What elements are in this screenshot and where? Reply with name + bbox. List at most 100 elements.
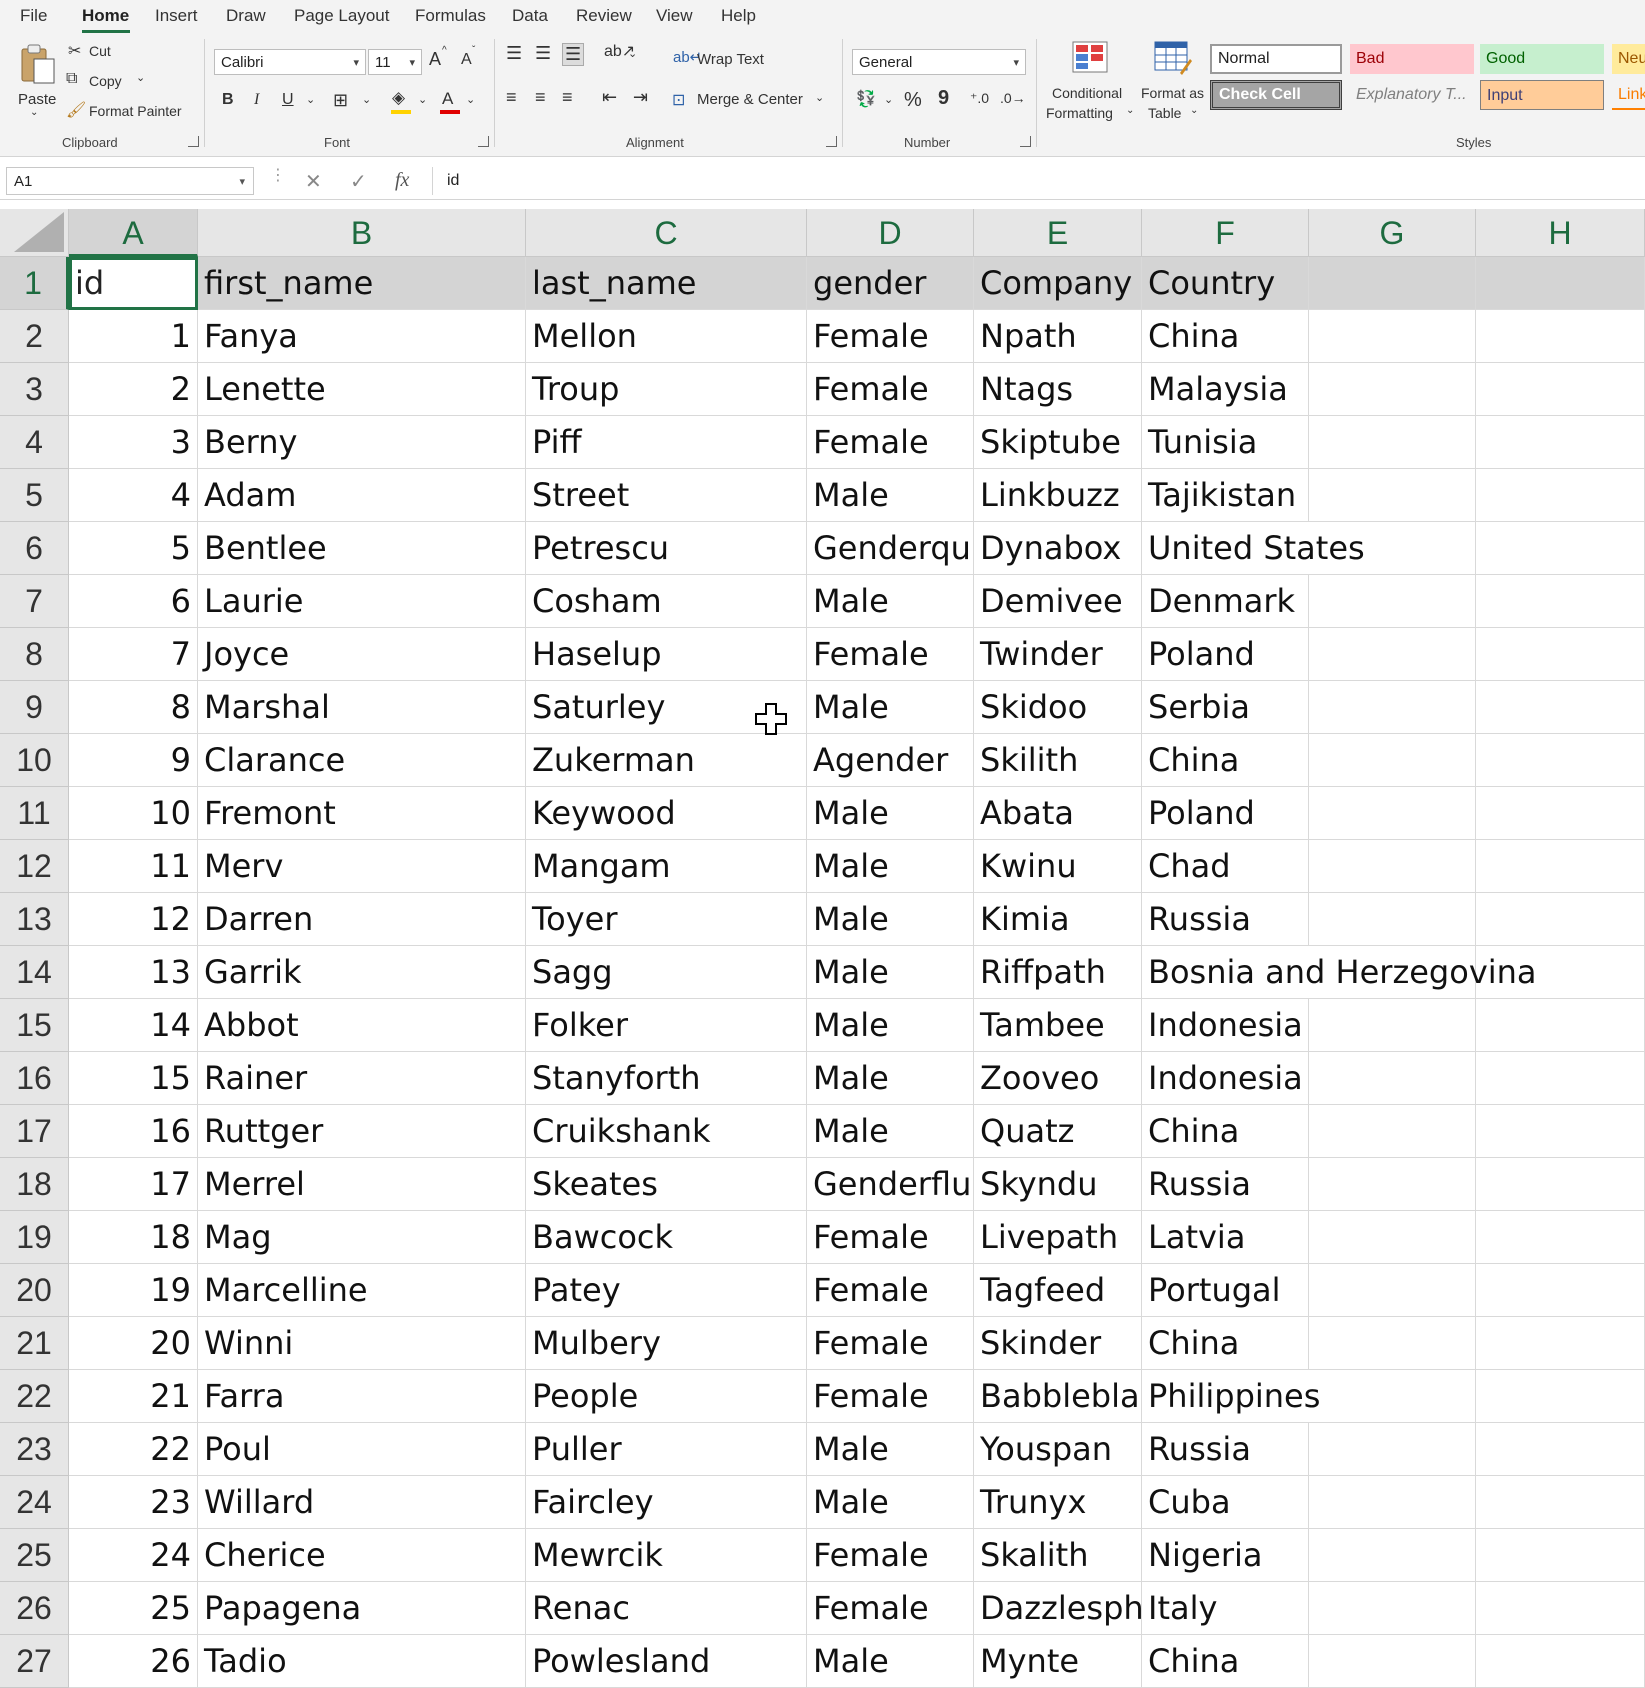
first-cell[interactable]: Cherice (198, 1529, 526, 1582)
company-cell[interactable]: Skilith (974, 734, 1142, 787)
tab-page-layout[interactable]: Page Layout (294, 6, 389, 26)
company-cell[interactable]: Twinder (974, 628, 1142, 681)
gender-cell[interactable]: Male (807, 469, 974, 522)
empty-cell[interactable] (1309, 575, 1476, 628)
style-good[interactable]: Good (1480, 44, 1604, 74)
empty-cell[interactable] (1309, 1635, 1476, 1688)
empty-cell[interactable] (1476, 1370, 1645, 1423)
font-name-select[interactable]: Calibri ▾ (214, 49, 366, 75)
row-header[interactable]: 20 (0, 1264, 69, 1317)
id-cell[interactable]: 7 (69, 628, 198, 681)
first-cell[interactable]: Willard (198, 1476, 526, 1529)
row-header[interactable]: 26 (0, 1582, 69, 1635)
first-cell[interactable]: Winni (198, 1317, 526, 1370)
gender-cell[interactable]: Female (807, 1317, 974, 1370)
gender-cell[interactable]: Female (807, 416, 974, 469)
empty-cell[interactable] (1476, 1317, 1645, 1370)
font-color-button[interactable]: A (442, 89, 453, 109)
company-cell[interactable]: Livepath (974, 1211, 1142, 1264)
first-cell[interactable]: Fanya (198, 310, 526, 363)
country-cell[interactable]: Chad (1142, 840, 1309, 893)
empty-cell[interactable] (1309, 681, 1476, 734)
id-cell[interactable]: 26 (69, 1635, 198, 1688)
chevron-down-icon[interactable]: ⌄ (136, 71, 145, 84)
empty-cell[interactable] (1476, 469, 1645, 522)
empty-cell[interactable] (1309, 1476, 1476, 1529)
gender-cell[interactable]: Female (807, 1211, 974, 1264)
paste-button[interactable]: Paste ⌄ (14, 41, 60, 121)
chevron-down-icon[interactable]: ⌄ (466, 93, 475, 106)
merge-center-button[interactable]: Merge & Center (697, 91, 803, 108)
country-cell[interactable]: China (1142, 1317, 1309, 1370)
company-cell[interactable]: Zooveo (974, 1052, 1142, 1105)
first-cell[interactable]: Farra (198, 1370, 526, 1423)
row-header[interactable]: 12 (0, 840, 69, 893)
id-cell[interactable]: 3 (69, 416, 198, 469)
last-cell[interactable]: Cosham (526, 575, 807, 628)
italic-button[interactable]: I (254, 91, 259, 109)
row-header[interactable]: 27 (0, 1635, 69, 1688)
last-cell[interactable]: Mewrcik (526, 1529, 807, 1582)
country-cell[interactable]: Poland (1142, 787, 1309, 840)
row-header[interactable]: 5 (0, 469, 69, 522)
header-cell[interactable]: Company (974, 257, 1142, 310)
first-cell[interactable]: Marcelline (198, 1264, 526, 1317)
country-cell[interactable]: China (1142, 310, 1309, 363)
empty-cell[interactable] (1476, 734, 1645, 787)
empty-cell[interactable] (1476, 1423, 1645, 1476)
country-cell[interactable]: China (1142, 734, 1309, 787)
first-cell[interactable]: Merrel (198, 1158, 526, 1211)
empty-cell[interactable] (1309, 1158, 1476, 1211)
empty-cell[interactable] (1476, 575, 1645, 628)
tab-draw[interactable]: Draw (226, 6, 266, 26)
currency-icon[interactable]: 💱 (856, 89, 876, 109)
style-bad[interactable]: Bad (1350, 44, 1474, 74)
id-cell[interactable]: 14 (69, 999, 198, 1052)
row-header[interactable]: 10 (0, 734, 69, 787)
tab-review[interactable]: Review (576, 6, 632, 26)
first-cell[interactable]: Garrik (198, 946, 526, 999)
empty-cell[interactable] (1309, 787, 1476, 840)
empty-cell[interactable] (1309, 1052, 1476, 1105)
country-cell[interactable]: Russia (1142, 1158, 1309, 1211)
style-neutral[interactable]: Neu (1612, 44, 1645, 74)
company-cell[interactable]: Quatz (974, 1105, 1142, 1158)
company-cell[interactable]: Demivee (974, 575, 1142, 628)
country-cell[interactable]: Latvia (1142, 1211, 1309, 1264)
last-cell[interactable]: Folker (526, 999, 807, 1052)
country-cell[interactable]: China (1142, 1635, 1309, 1688)
country-cell[interactable]: Bosnia and Herzegovina (1142, 946, 1543, 999)
shrink-font-button[interactable]: A (461, 51, 472, 69)
country-cell[interactable]: Tajikistan (1142, 469, 1309, 522)
percent-button[interactable]: % (904, 89, 922, 112)
header-cell[interactable]: id (69, 257, 198, 310)
gender-cell[interactable]: Male (807, 893, 974, 946)
last-cell[interactable]: Mulbery (526, 1317, 807, 1370)
row-header[interactable]: 11 (0, 787, 69, 840)
align-bottom-icon[interactable]: ☰ (562, 43, 585, 66)
company-cell[interactable]: Tambee (974, 999, 1142, 1052)
first-cell[interactable]: Abbot (198, 999, 526, 1052)
select-all-button[interactable] (0, 209, 69, 257)
country-cell[interactable]: Denmark (1142, 575, 1309, 628)
gender-cell[interactable]: Female (807, 310, 974, 363)
id-cell[interactable]: 5 (69, 522, 198, 575)
id-cell[interactable]: 19 (69, 1264, 198, 1317)
id-cell[interactable]: 8 (69, 681, 198, 734)
company-cell[interactable]: Skiptube (974, 416, 1142, 469)
country-cell[interactable]: Philippines (1142, 1370, 1327, 1423)
last-cell[interactable]: Toyer (526, 893, 807, 946)
font-size-select[interactable]: 11 ▾ (368, 49, 422, 75)
row-header[interactable]: 19 (0, 1211, 69, 1264)
gender-cell[interactable]: Male (807, 575, 974, 628)
id-cell[interactable]: 15 (69, 1052, 198, 1105)
country-cell[interactable]: Serbia (1142, 681, 1309, 734)
id-cell[interactable]: 20 (69, 1317, 198, 1370)
empty-cell[interactable] (1476, 1105, 1645, 1158)
column-header-a[interactable]: A (69, 209, 198, 257)
gender-cell[interactable]: Genderflui (807, 1158, 974, 1211)
column-header-f[interactable]: F (1142, 209, 1309, 257)
empty-cell[interactable] (1476, 1264, 1645, 1317)
chevron-down-icon[interactable]: ⌄ (884, 93, 893, 106)
first-cell[interactable]: Joyce (198, 628, 526, 681)
